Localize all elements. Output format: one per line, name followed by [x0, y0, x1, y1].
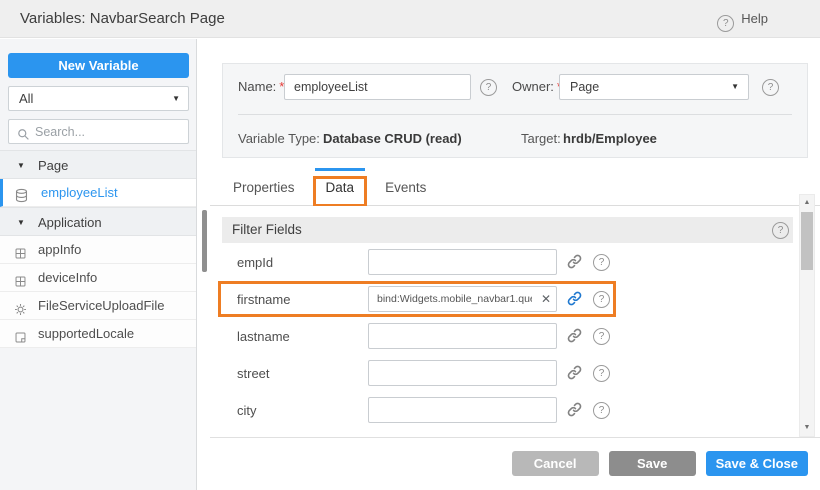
bind-link-icon[interactable] [566, 253, 584, 271]
tab-bar: PropertiesDataEvents [210, 168, 820, 206]
field-help-icon[interactable]: ? [593, 365, 610, 382]
variable-filter-select[interactable]: All ▼ [8, 86, 189, 111]
help-label: Help [741, 11, 768, 26]
sidebar-item-supportedLocale[interactable]: supportedLocale [0, 320, 196, 348]
dialog-header: Variables: NavbarSearch Page ? Help [0, 0, 820, 38]
search-icon [17, 125, 30, 148]
search-placeholder: Search... [35, 125, 85, 139]
sidebar-scrollbar-thumb[interactable] [202, 210, 207, 272]
tab-content: Filter Fields ? empId ? firstname bind:W… [210, 206, 797, 437]
bind-link-icon[interactable] [566, 364, 584, 382]
help-button[interactable]: ? Help [717, 0, 768, 38]
filter-row-firstname: firstname bind:Widgets.mobile_navbar1.qu… [210, 281, 797, 318]
sidebar-group-page[interactable]: ▼ Page [0, 150, 196, 179]
filter-row-street: street ? [210, 355, 797, 392]
owner-value: Page [570, 80, 599, 94]
divider [238, 114, 792, 115]
bind-expression: bind:Widgets.mobile_navbar1.query [377, 287, 532, 311]
locale-icon [14, 326, 30, 342]
sidebar-item-deviceInfo[interactable]: deviceInfo [0, 264, 196, 292]
filter-field-label: street [237, 355, 270, 392]
variable-filter-value: All [19, 91, 33, 106]
variable-list: ▼ Page employeeList ▼ Application appInf… [0, 150, 196, 348]
scroll-up-icon[interactable]: ▲ [800, 197, 814, 209]
owner-label: Owner:* [512, 74, 562, 100]
tab-events[interactable]: Events [374, 168, 437, 205]
scroll-down-icon[interactable]: ▼ [800, 422, 814, 434]
sidebar-item-label: deviceInfo [38, 270, 97, 285]
variable-type-value: Database CRUD (read) [323, 126, 462, 152]
name-help-icon[interactable]: ? [480, 79, 497, 96]
sidebar-group-application[interactable]: ▼ Application [0, 207, 196, 236]
clear-icon[interactable]: ✕ [541, 287, 551, 311]
variable-type-label: Variable Type: [238, 126, 320, 152]
sidebar-item-appInfo[interactable]: appInfo [0, 236, 196, 264]
street-filter-input[interactable] [368, 360, 557, 386]
empId-filter-input[interactable] [368, 249, 557, 275]
caret-down-icon: ▼ [17, 208, 25, 237]
bind-link-icon[interactable] [566, 401, 584, 419]
app-icon [14, 242, 30, 258]
database-icon [14, 185, 30, 201]
filter-row-empId: empId ? [210, 244, 797, 281]
save-button[interactable]: Save [609, 451, 696, 476]
sidebar-item-label: FileServiceUploadFile [38, 298, 164, 313]
city-filter-input[interactable] [368, 397, 557, 423]
sidebar-item-employeeList[interactable]: employeeList [0, 179, 196, 207]
gear-icon [14, 298, 30, 314]
chevron-down-icon: ▼ [731, 75, 739, 99]
lastname-filter-input[interactable] [368, 323, 557, 349]
sidebar-item-label: appInfo [38, 242, 81, 257]
dialog-footer: Cancel Save Save & Close [210, 437, 820, 490]
bind-link-icon[interactable] [566, 327, 584, 345]
save-close-button[interactable]: Save & Close [706, 451, 808, 476]
filter-field-label: firstname [237, 281, 290, 318]
filter-field-rows: empId ? firstname bind:Widgets.mobile_na… [210, 244, 797, 429]
variable-info-panel: Name:* ? Owner:* Page ▼ ? Variable Type:… [222, 63, 808, 158]
filter-fields-header: Filter Fields ? [222, 217, 793, 243]
name-label: Name:* [238, 74, 284, 100]
owner-help-icon[interactable]: ? [762, 79, 779, 96]
new-variable-button[interactable]: New Variable [8, 53, 189, 78]
sidebar-item-label: employeeList [41, 185, 118, 200]
owner-select[interactable]: Page ▼ [559, 74, 749, 100]
footer-buttons: Cancel Save Save & Close [502, 451, 808, 476]
app-icon [14, 270, 30, 286]
variables-dialog: Variables: NavbarSearch Page ? Help New V… [0, 0, 820, 490]
field-help-icon[interactable]: ? [593, 254, 610, 271]
firstname-filter-input[interactable]: bind:Widgets.mobile_navbar1.query ✕ [368, 286, 557, 312]
tab-properties[interactable]: Properties [222, 168, 306, 205]
filter-field-label: empId [237, 244, 273, 281]
caret-down-icon: ▼ [17, 151, 25, 180]
sidebar-group-label: Page [38, 158, 68, 173]
filter-fields-title: Filter Fields [232, 222, 302, 237]
search-input[interactable]: Search... [8, 119, 189, 144]
sidebar-item-FileServiceUploadFile[interactable]: FileServiceUploadFile [0, 292, 196, 320]
filter-field-label: lastname [237, 318, 290, 355]
help-icon: ? [717, 15, 734, 32]
main-panel: Name:* ? Owner:* Page ▼ ? Variable Type:… [210, 39, 820, 490]
cancel-button[interactable]: Cancel [512, 451, 599, 476]
field-help-icon[interactable]: ? [593, 291, 610, 308]
bind-link-icon[interactable] [566, 290, 584, 308]
sidebar-item-label: supportedLocale [38, 326, 134, 341]
filter-row-city: city ? [210, 392, 797, 429]
filter-field-label: city [237, 392, 257, 429]
field-help-icon[interactable]: ? [593, 328, 610, 345]
tab-data[interactable]: Data [315, 168, 366, 205]
filter-row-lastname: lastname ? [210, 318, 797, 355]
target-value: hrdb/Employee [563, 126, 657, 152]
dialog-title: Variables: NavbarSearch Page [20, 0, 225, 38]
sidebar: New Variable All ▼ Search... ▼ Page empl… [0, 39, 197, 490]
content-scrollbar-thumb[interactable] [801, 212, 813, 270]
field-help-icon[interactable]: ? [593, 402, 610, 419]
sidebar-group-label: Application [38, 215, 102, 230]
target-label: Target: [521, 126, 561, 152]
filter-fields-help-icon[interactable]: ? [772, 222, 789, 239]
chevron-down-icon: ▼ [172, 87, 180, 110]
name-input[interactable] [284, 74, 471, 100]
content-scrollbar[interactable]: ▲ ▼ [799, 194, 815, 437]
